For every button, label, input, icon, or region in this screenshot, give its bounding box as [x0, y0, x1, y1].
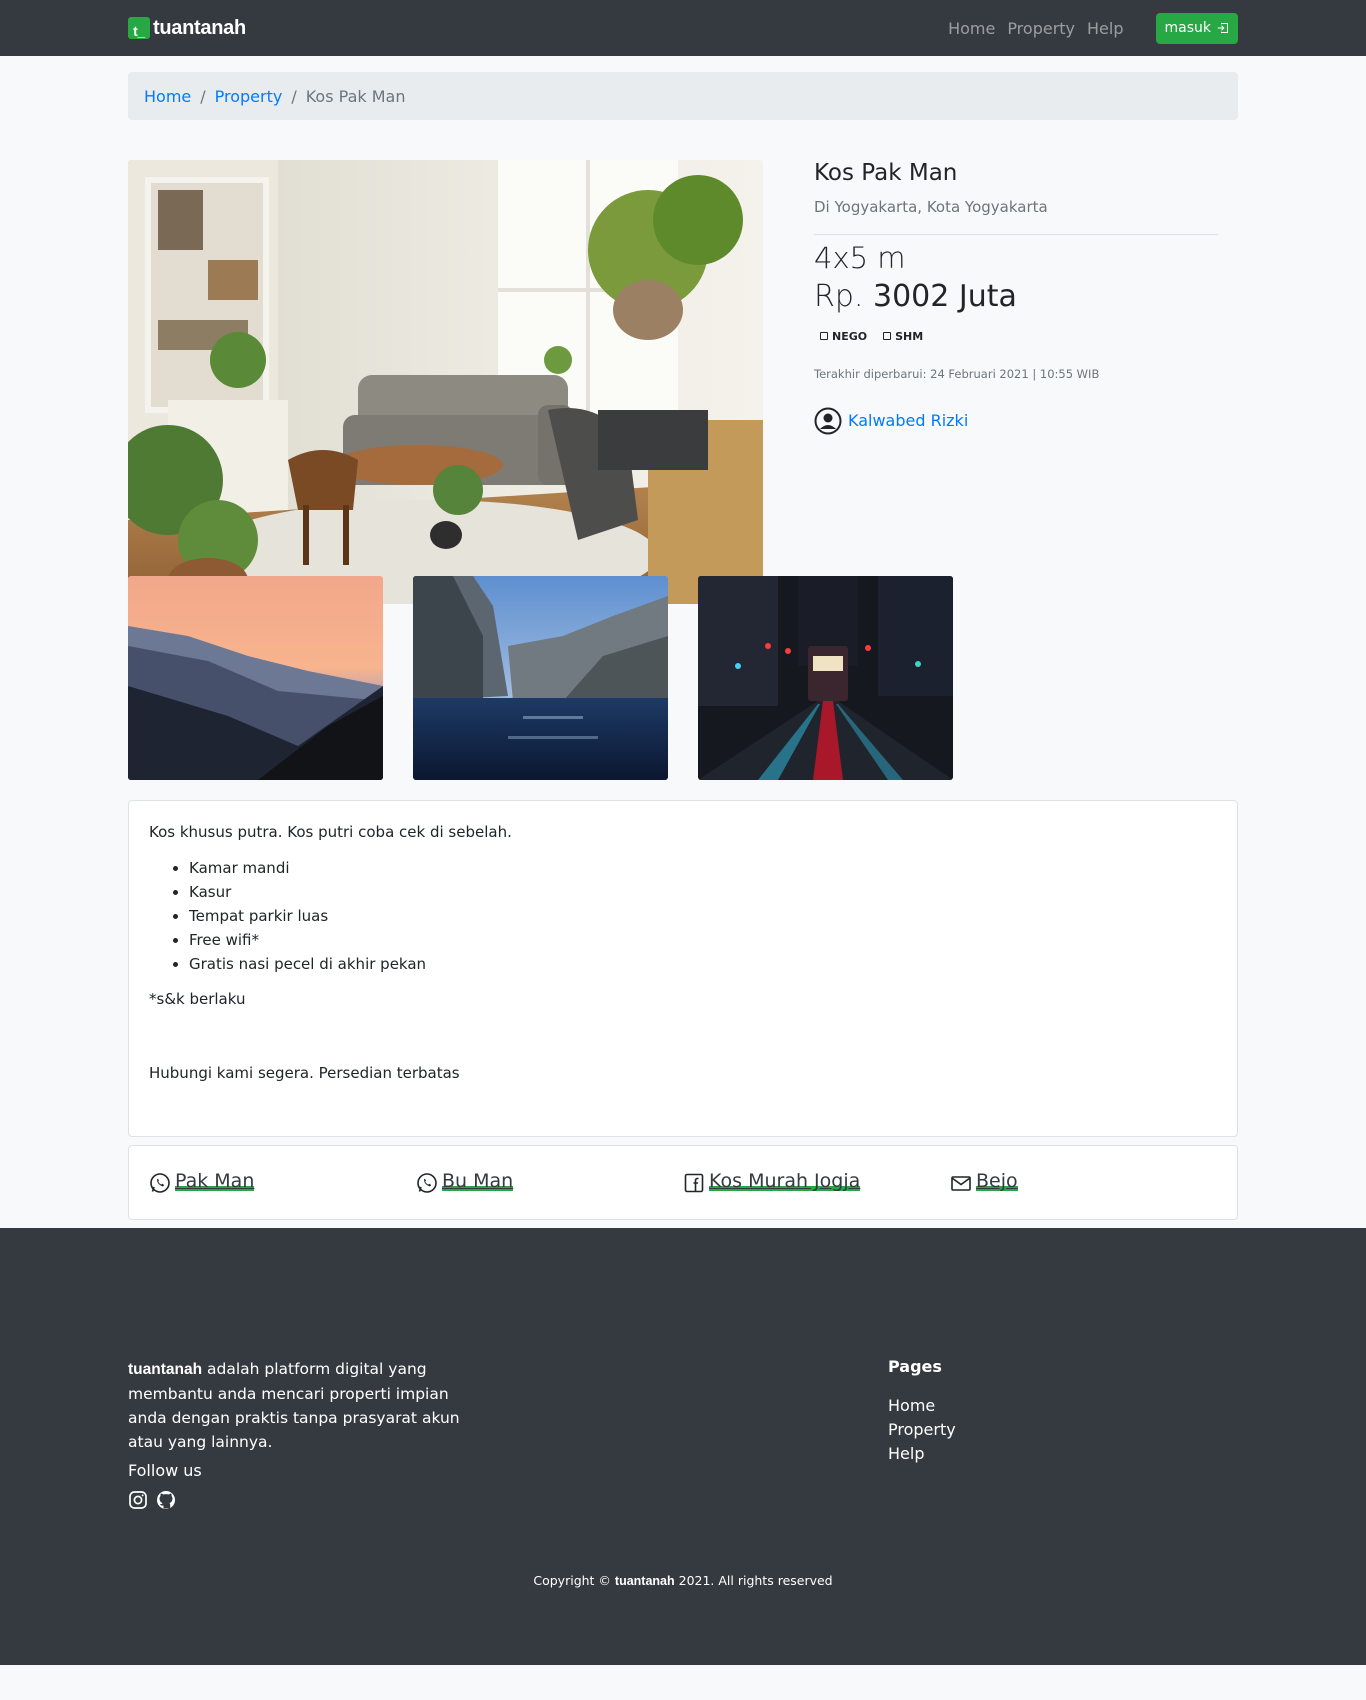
social-links: [128, 1490, 176, 1510]
facility-list: Kamar mandi Kasur Tempat parkir luas Fre…: [189, 856, 1217, 976]
footer-link-property[interactable]: Property: [888, 1418, 956, 1442]
property-size: 4x5 m: [814, 240, 906, 275]
instagram-icon[interactable]: [128, 1490, 148, 1510]
price-currency: Rp.: [814, 278, 864, 314]
copyright-suffix: 2021. All rights reserved: [674, 1573, 833, 1588]
brand-logo[interactable]: t_ tuantanah: [128, 17, 246, 40]
pages-title: Pages: [888, 1357, 942, 1376]
nav-link-property[interactable]: Property: [1007, 19, 1075, 38]
footer-link-home[interactable]: Home: [888, 1394, 956, 1418]
copyright-brand: tuantanah: [614, 1574, 675, 1588]
breadcrumb: Home / Property / Kos Pak Man: [128, 72, 1238, 120]
footer-about: tuantanah adalah platform digital yang m…: [128, 1357, 478, 1454]
badge-label: SHM: [895, 329, 924, 343]
sea-cliffs-photo: [413, 576, 668, 780]
navbar: t_ tuantanah Home Property Help masuk: [0, 0, 1366, 56]
copyright-prefix: Copyright ©: [533, 1573, 615, 1588]
property-detail: Kos Pak Man Di Yogyakarta, Kota Yogyakar…: [128, 120, 1238, 800]
nav-link-help[interactable]: Help: [1087, 19, 1123, 38]
thumbnail-3[interactable]: [698, 576, 953, 780]
badge-shm: SHM: [883, 330, 923, 343]
owner-link[interactable]: Kalwabed Rizki: [814, 407, 1218, 435]
owner-name: Kalwabed Rizki: [848, 411, 969, 431]
mountain-sunset-photo: [128, 576, 383, 780]
list-item: Free wifi*: [189, 928, 1217, 952]
contact-pak-man[interactable]: Pak Man: [149, 1172, 416, 1194]
contact-bu-man[interactable]: Bu Man: [416, 1172, 683, 1194]
follow-us-label: Follow us: [128, 1461, 202, 1480]
price-value: 3002 Juta: [872, 278, 1017, 314]
brand-mark: t_: [128, 17, 150, 39]
contact-label: Bejo: [976, 1170, 1018, 1193]
footer-brand: tuantanah: [128, 1361, 203, 1378]
badge-nego: NEGO: [820, 330, 867, 343]
badges: NEGO SHM: [820, 330, 1218, 343]
breadcrumb-separator: /: [291, 86, 297, 106]
list-item: Gratis nasi pecel di akhir pekan: [189, 952, 1217, 976]
footer-link-help[interactable]: Help: [888, 1442, 956, 1466]
footer-pages: Pages Home Property Help: [888, 1357, 956, 1466]
list-item: Tempat parkir luas: [189, 904, 1217, 928]
nav-link-home[interactable]: Home: [948, 19, 995, 38]
description-intro: Kos khusus putra. Kos putri coba cek di …: [149, 823, 512, 841]
contact-label: Kos Murah Jogja: [709, 1170, 861, 1193]
login-label: masuk: [1164, 20, 1212, 36]
square-icon: [820, 332, 828, 341]
box-arrow-in-right-icon: [1217, 22, 1229, 34]
breadcrumb-property[interactable]: Property: [215, 87, 283, 106]
description-card: Kos khusus putra. Kos putri coba cek di …: [128, 800, 1238, 1137]
contacts-card: Pak Man Bu Man Kos Murah Jogja Bejo: [128, 1145, 1238, 1220]
list-item: Kamar mandi: [189, 856, 1217, 880]
thumbnail-2[interactable]: [413, 576, 668, 780]
envelope-icon: [951, 1175, 971, 1191]
city-street-night-photo: [698, 576, 953, 780]
brand-name: tuantanah: [153, 16, 246, 39]
copyright: Copyright © tuantanah 2021. All rights r…: [0, 1573, 1366, 1588]
whatsapp-icon: [417, 1172, 437, 1193]
divider: [814, 233, 1218, 235]
living-room-photo: [128, 160, 763, 604]
github-icon[interactable]: [156, 1490, 176, 1510]
breadcrumb-separator: /: [200, 86, 206, 106]
breadcrumb-current: Kos Pak Man: [305, 86, 406, 106]
badge-label: NEGO: [832, 329, 868, 343]
property-price: Rp. 3002 Juta: [814, 279, 1218, 314]
login-button[interactable]: masuk: [1155, 12, 1238, 44]
list-item: Kasur: [189, 880, 1217, 904]
main-photo[interactable]: [128, 160, 763, 604]
property-location: Di Yogyakarta, Kota Yogyakarta: [814, 197, 1048, 216]
breadcrumb-home[interactable]: Home: [144, 87, 191, 106]
thumbnail-1[interactable]: [128, 576, 383, 780]
contact-kos-murah-jogja[interactable]: Kos Murah Jogja: [683, 1172, 950, 1194]
contact-bejo[interactable]: Bejo: [950, 1172, 1217, 1194]
contact-label: Bu Man: [442, 1170, 514, 1193]
property-title: Kos Pak Man: [814, 160, 958, 186]
contact-label: Pak Man: [175, 1170, 255, 1193]
property-info: Kos Pak Man Di Yogyakarta, Kota Yogyakar…: [814, 160, 1218, 435]
square-icon: [883, 332, 892, 341]
person-circle-icon: [814, 407, 842, 435]
facebook-icon: [684, 1173, 704, 1192]
description-closing: Hubungi kami segera. Persedian terbatas: [149, 1063, 460, 1082]
description-note: *s&k berlaku: [149, 990, 246, 1009]
last-updated: Terakhir diperbarui: 24 Februari 2021 | …: [814, 366, 1100, 381]
whatsapp-icon: [150, 1172, 170, 1193]
footer: tuantanah adalah platform digital yang m…: [0, 1228, 1366, 1665]
